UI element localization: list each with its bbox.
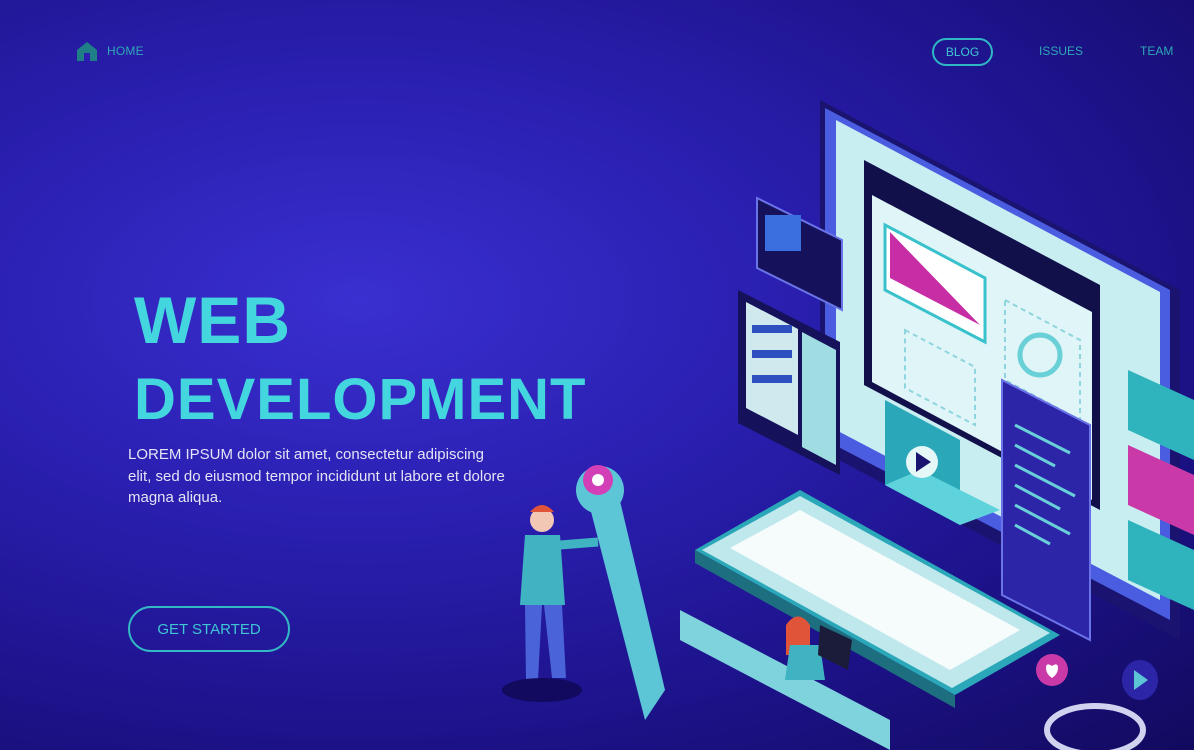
hero-description: LOREM IPSUM dolor sit amet, consectetur …	[128, 446, 505, 506]
get-started-button[interactable]: GET STARTED	[128, 606, 290, 652]
nav-home-link[interactable]: HOME	[76, 40, 144, 62]
nav-team-link[interactable]: TEAM	[1140, 44, 1173, 58]
home-icon	[77, 42, 97, 61]
hero-illustration	[502, 100, 1194, 750]
nav-home-label: HOME	[107, 44, 144, 58]
hero-title-line1: WEB	[134, 283, 291, 357]
nav-blog-link[interactable]: BLOG	[932, 38, 993, 66]
nav-issues-link[interactable]: ISSUES	[1039, 44, 1083, 58]
